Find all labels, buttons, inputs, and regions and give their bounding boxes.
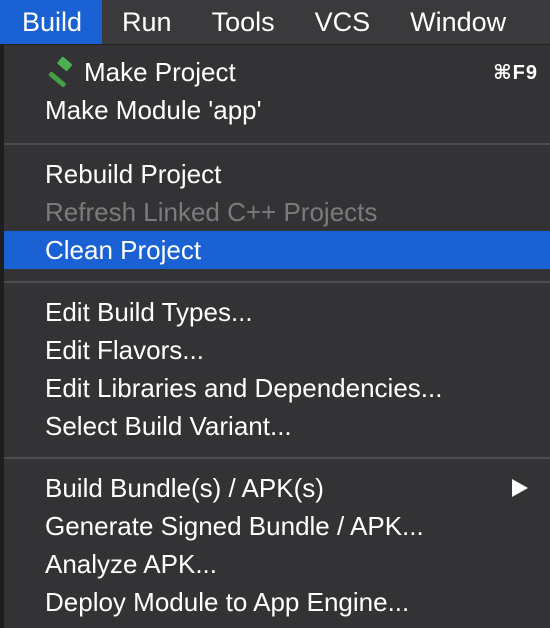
menu-separator bbox=[4, 457, 550, 459]
menu-item-edit-flavors[interactable]: Edit Flavors... bbox=[4, 331, 550, 369]
menu-item-rebuild-project[interactable]: Rebuild Project bbox=[4, 155, 550, 193]
menu-item-label: Select Build Variant... bbox=[45, 410, 292, 441]
menu-build[interactable]: Build bbox=[0, 0, 103, 44]
menu-item-label: Make Project bbox=[84, 56, 236, 87]
menu-item-label: Refresh Linked C++ Projects bbox=[45, 196, 378, 227]
menu-item-make-project[interactable]: Make Project ⌘F9 bbox=[4, 53, 550, 91]
menu-item-label: Rebuild Project bbox=[45, 158, 222, 189]
shortcut-label: ⌘F9 bbox=[493, 61, 538, 84]
menu-separator bbox=[4, 143, 550, 145]
menu-item-analyze-apk[interactable]: Analyze APK... bbox=[4, 545, 550, 583]
menu-tools[interactable]: Tools bbox=[192, 0, 295, 44]
menu-item-label: Build Bundle(s) / APK(s) bbox=[45, 472, 324, 503]
menu-item-label: Deploy Module to App Engine... bbox=[45, 586, 410, 617]
menu-item-clean-project[interactable]: Clean Project bbox=[4, 231, 550, 269]
menu-item-edit-libraries[interactable]: Edit Libraries and Dependencies... bbox=[4, 369, 550, 407]
menu-item-label: Edit Libraries and Dependencies... bbox=[45, 372, 443, 403]
menu-item-select-build-variant[interactable]: Select Build Variant... bbox=[4, 407, 550, 445]
menu-bar: Build Run Tools VCS Window bbox=[0, 0, 550, 44]
hammer-icon bbox=[48, 56, 72, 87]
menu-item-label: Clean Project bbox=[45, 234, 202, 265]
menu-item-edit-build-types[interactable]: Edit Build Types... bbox=[4, 293, 550, 331]
submenu-arrow-icon bbox=[512, 479, 528, 497]
menu-run[interactable]: Run bbox=[102, 0, 192, 44]
menu-item-label: Generate Signed Bundle / APK... bbox=[45, 510, 424, 541]
menu-item-label: Make Module 'app' bbox=[45, 94, 262, 125]
menu-item-make-module[interactable]: Make Module 'app' bbox=[4, 91, 550, 129]
menu-separator bbox=[4, 281, 550, 283]
menu-item-build-bundles[interactable]: Build Bundle(s) / APK(s) bbox=[4, 469, 550, 507]
menu-item-generate-signed[interactable]: Generate Signed Bundle / APK... bbox=[4, 507, 550, 545]
menu-window[interactable]: Window bbox=[390, 0, 526, 44]
menu-item-refresh-cpp: Refresh Linked C++ Projects bbox=[4, 193, 550, 231]
menu-vcs[interactable]: VCS bbox=[295, 0, 391, 44]
menu-item-label: Edit Build Types... bbox=[45, 296, 253, 327]
menu-item-label: Edit Flavors... bbox=[45, 334, 204, 365]
menu-item-label: Analyze APK... bbox=[45, 548, 217, 579]
menu-item-deploy-module[interactable]: Deploy Module to App Engine... bbox=[4, 583, 550, 621]
